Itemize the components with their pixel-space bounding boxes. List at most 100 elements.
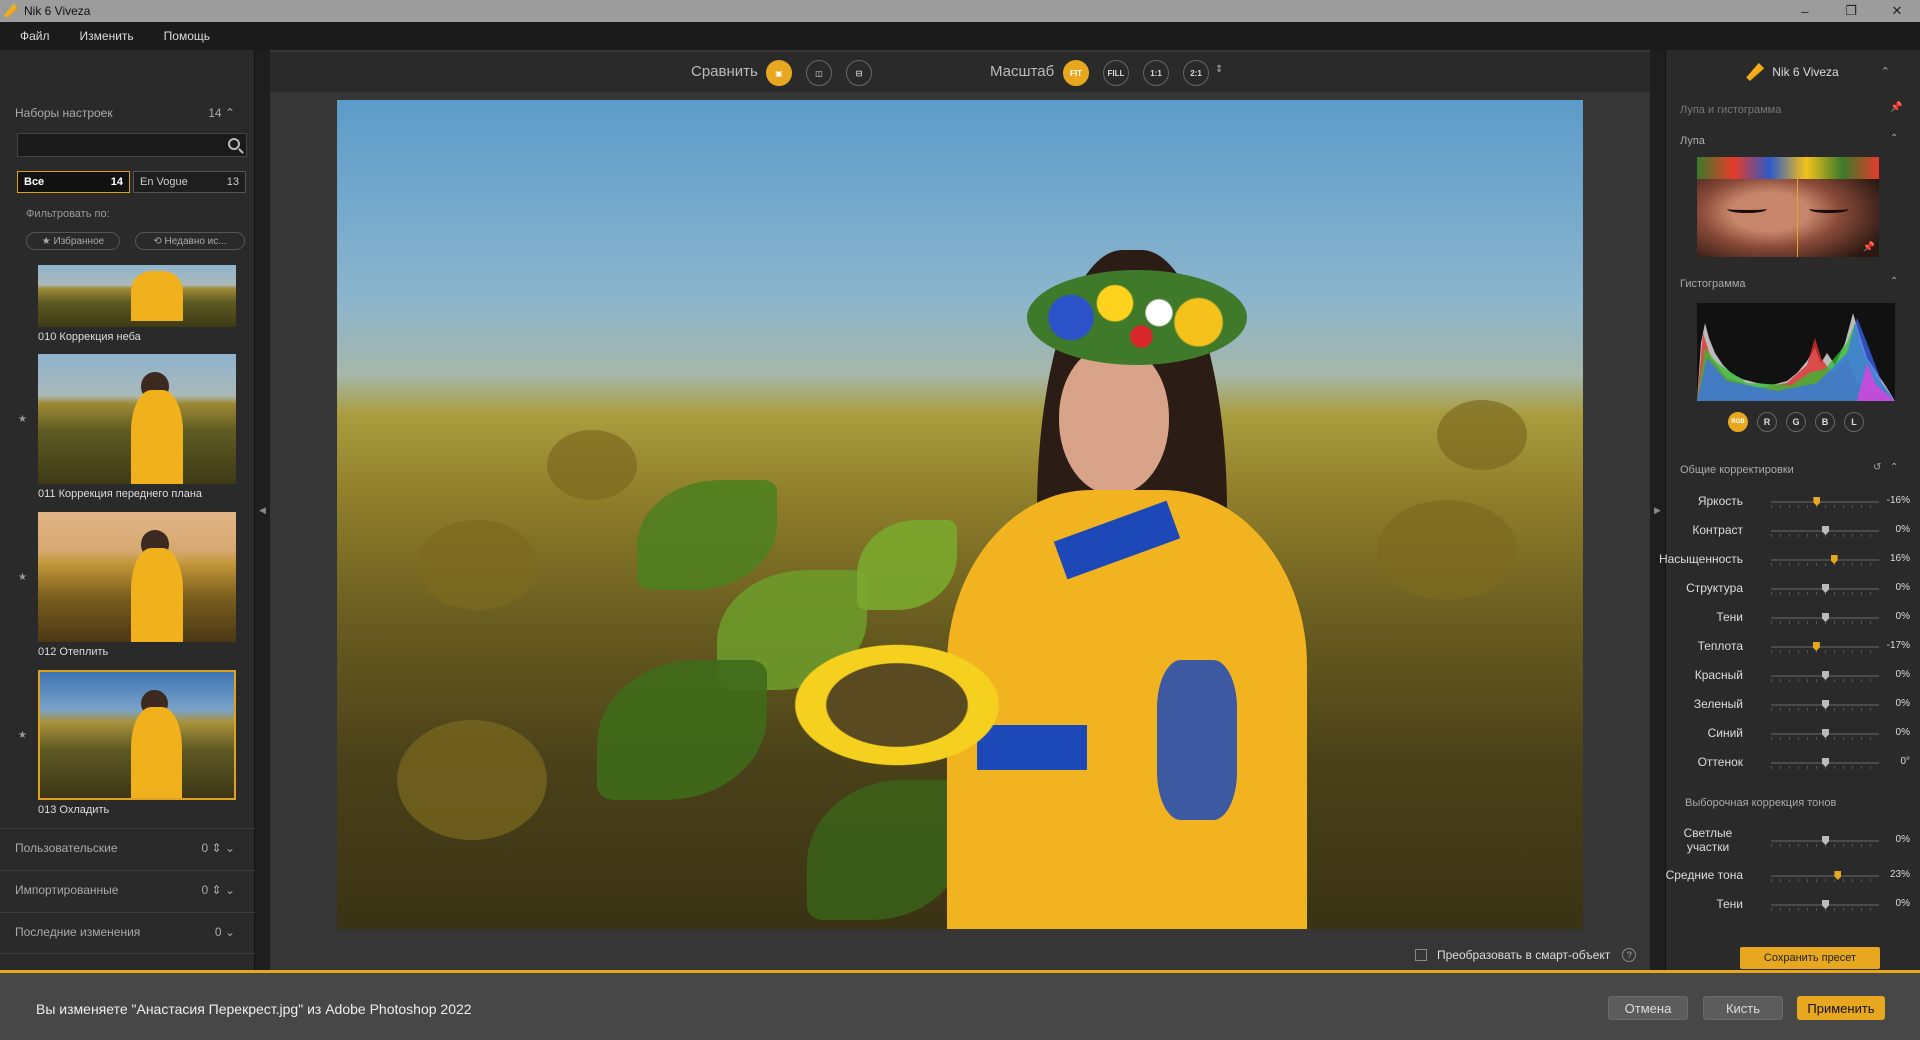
maximize-button[interactable]: ❐ bbox=[1828, 0, 1874, 22]
adjustment-value: 0% bbox=[1895, 698, 1910, 709]
zoom-2to1-button[interactable]: 2:1 bbox=[1183, 60, 1209, 86]
preset-item[interactable]: ★ 012 Отеплить bbox=[18, 512, 236, 658]
slider-track[interactable] bbox=[1771, 501, 1879, 503]
preset-thumbnail[interactable] bbox=[38, 512, 236, 642]
adjustment-row[interactable]: Структура 0% bbox=[1668, 578, 1918, 600]
image-canvas[interactable] bbox=[337, 100, 1583, 929]
histogram-l-button[interactable]: L bbox=[1844, 412, 1864, 432]
loupe-collapse-icon[interactable]: ⌃ bbox=[1890, 133, 1898, 144]
smart-object-checkbox[interactable] bbox=[1415, 949, 1427, 961]
apply-button[interactable]: Применить bbox=[1797, 996, 1885, 1020]
menu-file[interactable]: Файл bbox=[10, 29, 60, 43]
tab-envogue-label: En Vogue bbox=[140, 176, 188, 188]
preset-thumbnail[interactable] bbox=[38, 670, 236, 800]
adjustment-row[interactable]: Оттенок 0° bbox=[1668, 752, 1918, 774]
collapse-left-icon[interactable]: ◀ bbox=[259, 505, 266, 516]
histogram-b-button[interactable]: B bbox=[1815, 412, 1835, 432]
zoom-fit-button[interactable]: FIT bbox=[1063, 60, 1089, 86]
search-icon[interactable] bbox=[228, 138, 240, 150]
adjustment-row[interactable]: Тени 0% bbox=[1668, 894, 1918, 916]
adjustment-row[interactable]: Светлые участки 0% bbox=[1668, 826, 1918, 856]
close-button[interactable]: ✕ bbox=[1874, 0, 1920, 22]
preset-thumbnail[interactable] bbox=[38, 265, 236, 327]
zoom-1to1-button[interactable]: 1:1 bbox=[1143, 60, 1169, 86]
preset-item-selected[interactable]: ★ 013 Охладить bbox=[18, 670, 236, 816]
adjustment-label: Тени bbox=[1716, 610, 1743, 624]
cancel-button[interactable]: Отмена bbox=[1608, 996, 1688, 1020]
adjustment-label: Яркость bbox=[1697, 494, 1743, 508]
histogram-rgb-button[interactable]: RGB bbox=[1728, 412, 1748, 432]
adjustment-row[interactable]: Зеленый 0% bbox=[1668, 694, 1918, 716]
zoom-label: Масштаб bbox=[990, 63, 1055, 80]
tab-all-label: Все bbox=[24, 176, 45, 188]
adjustment-row[interactable]: Контраст 0% bbox=[1668, 520, 1918, 542]
preset-label: 011 Коррекция переднего плана bbox=[38, 488, 203, 500]
compare-single-view-button[interactable]: ▣ bbox=[766, 60, 792, 86]
compare-split-view-button[interactable]: ◫ bbox=[806, 60, 832, 86]
presets-header[interactable]: Наборы настроек 14 ⌃ bbox=[15, 106, 235, 120]
menu-edit[interactable]: Изменить bbox=[70, 29, 144, 43]
minimize-button[interactable]: – bbox=[1782, 0, 1828, 22]
filter-recent-button[interactable]: ⟲ Недавно ис... bbox=[135, 232, 245, 250]
adjustment-row[interactable]: Яркость -16% bbox=[1668, 491, 1918, 513]
adjustment-label: Оттенок bbox=[1697, 755, 1743, 769]
collapse-right-icon[interactable]: ▶ bbox=[1654, 505, 1661, 516]
editing-status-message: Вы изменяете "Анастасия Перекрест.jpg" и… bbox=[36, 1001, 472, 1017]
help-icon[interactable]: ? bbox=[1622, 948, 1637, 962]
adjustment-row[interactable]: Синий 0% bbox=[1668, 723, 1918, 745]
menu-bar: Файл Изменить Помощь bbox=[0, 22, 1920, 50]
section-label: Пользовательские bbox=[15, 841, 118, 855]
adjustment-row[interactable]: Тени 0% bbox=[1668, 607, 1918, 629]
preset-thumbnail[interactable] bbox=[38, 354, 236, 484]
global-collapse-icon[interactable]: ⌃ bbox=[1890, 462, 1898, 473]
brush-button[interactable]: Кисть bbox=[1703, 996, 1783, 1020]
filter-favorites-button[interactable]: ★ Избранное bbox=[26, 232, 120, 250]
adjustment-label: Светлые участки bbox=[1683, 826, 1733, 854]
divider bbox=[0, 912, 255, 913]
slider-track[interactable] bbox=[1771, 875, 1879, 877]
section-history[interactable]: Последние изменения 0 ⌄ bbox=[15, 925, 235, 939]
loupe-title: Лупа bbox=[1680, 135, 1705, 147]
preset-item[interactable]: ★ 011 Коррекция переднего плана bbox=[18, 354, 236, 500]
window-title: Nik 6 Viveza bbox=[24, 4, 91, 18]
histogram-g-button[interactable]: G bbox=[1786, 412, 1806, 432]
collapse-panel-icon[interactable]: ⌃ bbox=[1881, 65, 1890, 78]
reset-icon[interactable]: ↺ bbox=[1873, 462, 1881, 473]
smart-object-option[interactable]: Преобразовать в смарт-объект ? bbox=[1415, 948, 1637, 962]
tab-all-presets[interactable]: Все 14 bbox=[17, 171, 130, 193]
favorite-star-icon[interactable]: ★ bbox=[18, 572, 27, 583]
slider-track[interactable] bbox=[1771, 559, 1879, 561]
compare-side-by-side-button[interactable]: ⊟ bbox=[846, 60, 872, 86]
divider bbox=[0, 828, 255, 829]
section-label: Последние изменения bbox=[15, 925, 141, 939]
section-custom[interactable]: Пользовательские 0 ⇕ ⌄ bbox=[15, 841, 235, 855]
histogram-collapse-icon[interactable]: ⌃ bbox=[1890, 276, 1898, 287]
viveza-logo-icon bbox=[1746, 63, 1765, 81]
zoom-fill-button[interactable]: FILL bbox=[1103, 60, 1129, 86]
pin-icon[interactable]: 📌 bbox=[1890, 102, 1902, 113]
adjustment-row[interactable]: Теплота -17% bbox=[1668, 636, 1918, 658]
preset-search-input[interactable] bbox=[17, 133, 247, 157]
menu-help[interactable]: Помощь bbox=[154, 29, 220, 43]
save-preset-button[interactable]: Сохранить пресет bbox=[1740, 947, 1880, 969]
selective-title: Выборочная коррекция тонов bbox=[1685, 797, 1837, 809]
adjustment-value: -16% bbox=[1886, 495, 1910, 506]
histogram-r-button[interactable]: R bbox=[1757, 412, 1777, 432]
section-imported[interactable]: Импортированные 0 ⇕ ⌄ bbox=[15, 883, 235, 897]
tab-envogue-presets[interactable]: En Vogue 13 bbox=[133, 171, 246, 193]
collapse-up-icon[interactable]: ⌃ bbox=[225, 106, 235, 120]
preset-label: 012 Отеплить bbox=[38, 646, 109, 658]
adjustment-label: Контраст bbox=[1692, 523, 1743, 537]
adjustment-value: 0% bbox=[1895, 834, 1910, 845]
slider-track[interactable] bbox=[1771, 646, 1879, 648]
loupe-view[interactable]: 📌 bbox=[1697, 157, 1879, 257]
pin-icon[interactable]: 📌 bbox=[1863, 242, 1875, 253]
title-bar: Nik 6 Viveza – ❐ ✕ bbox=[0, 0, 1920, 22]
preset-item[interactable]: 010 Коррекция неба bbox=[38, 265, 236, 343]
favorite-star-icon[interactable]: ★ bbox=[18, 730, 27, 741]
adjustment-row[interactable]: Красный 0% bbox=[1668, 665, 1918, 687]
adjustment-row[interactable]: Средние тона 23% bbox=[1666, 865, 1918, 887]
adjustment-row[interactable]: Насыщенность 16% bbox=[1659, 549, 1918, 571]
favorite-star-icon[interactable]: ★ bbox=[18, 414, 27, 425]
zoom-stepper-icon[interactable]: ⇕ bbox=[1215, 64, 1223, 75]
